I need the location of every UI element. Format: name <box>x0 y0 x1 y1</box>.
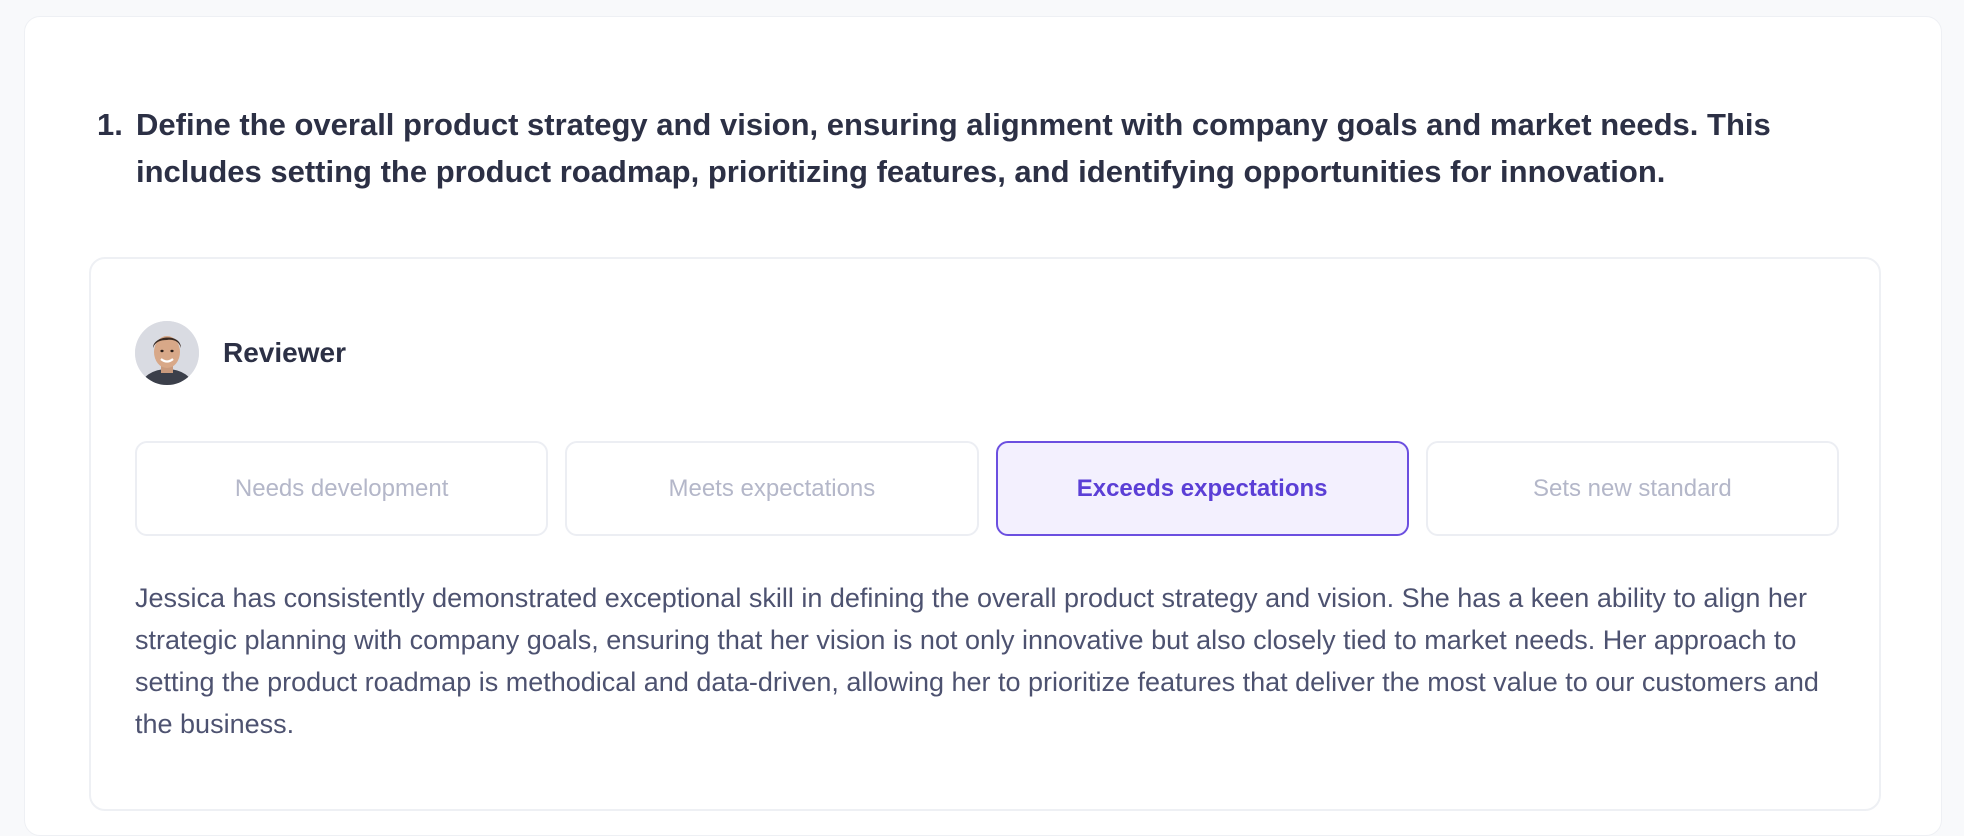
reviewer-feedback-card: Reviewer Needs development Meets expecta… <box>89 257 1881 811</box>
rating-option-exceeds-expectations[interactable]: Exceeds expectations <box>995 441 1409 536</box>
review-comment: Jessica has consistently demonstrated ex… <box>135 583 1819 739</box>
reviewer-label: Reviewer <box>223 337 346 368</box>
avatar <box>135 321 199 385</box>
question-item: 1. Define the overall product strategy a… <box>97 101 1877 195</box>
question-text: Define the overall product strategy and … <box>136 107 1771 189</box>
review-section-card: 1. Define the overall product strategy a… <box>24 16 1942 836</box>
rating-option-meets-expectations[interactable]: Meets expectations <box>565 441 979 536</box>
rating-option-sets-new-standard[interactable]: Sets new standard <box>1425 441 1839 536</box>
avatar-photo-icon <box>135 321 199 385</box>
question-number: 1. <box>97 107 123 142</box>
rating-option-needs-development[interactable]: Needs development <box>135 441 549 536</box>
reviewer-header: Reviewer <box>135 321 346 385</box>
rating-selector: Needs development Meets expectations Exc… <box>135 441 1839 536</box>
